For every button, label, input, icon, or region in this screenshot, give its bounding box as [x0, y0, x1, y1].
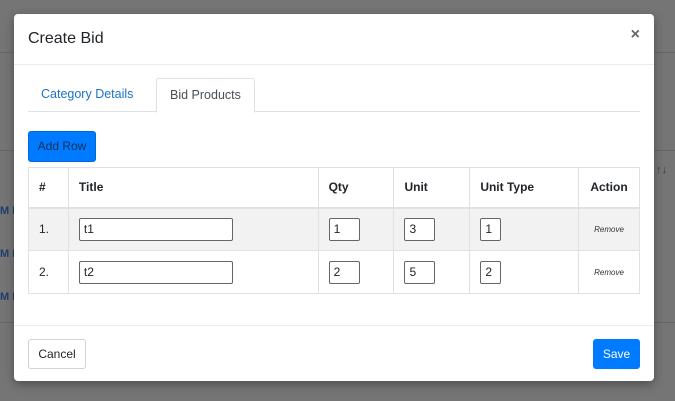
tab-bid-products[interactable]: Bid Products [156, 78, 255, 113]
modal-body: Category Details Bid Products Add Row # … [14, 65, 654, 325]
title-cell [67, 207, 319, 251]
column-header-qty: Qty [317, 167, 395, 209]
qty-input[interactable] [328, 260, 360, 284]
qty-cell [317, 207, 395, 251]
unit-type-input[interactable] [480, 217, 502, 241]
table-row: 1. Remove [28, 207, 640, 251]
unit-cell [393, 207, 471, 251]
save-button[interactable]: Save [593, 339, 640, 369]
cancel-button[interactable]: Cancel [28, 339, 86, 369]
column-header-title: Title [67, 167, 319, 209]
remove-link[interactable]: Remove [578, 250, 640, 294]
tab-bar: Category Details Bid Products [28, 78, 640, 113]
unit-input[interactable] [404, 217, 436, 241]
row-index: 1. [28, 207, 69, 251]
tab-category-details[interactable]: Category Details [28, 78, 146, 112]
unit-cell [393, 250, 471, 294]
modal-footer: Cancel Save [14, 325, 654, 381]
remove-link[interactable]: Remove [578, 207, 640, 251]
modal-title: Create Bid [28, 30, 104, 47]
column-header-unit: Unit [393, 167, 471, 209]
title-input[interactable] [78, 260, 233, 284]
unit-type-cell [469, 207, 580, 251]
title-input[interactable] [78, 217, 233, 241]
column-header-unit-type: Unit Type [469, 167, 580, 209]
add-row-button[interactable]: Add Row [28, 131, 96, 162]
sort-arrows-icon: ↑↓ [656, 164, 667, 176]
table-row: 2. Remove [28, 250, 640, 294]
unit-input[interactable] [404, 260, 436, 284]
bid-products-table: # Title Qty Unit Unit Type Action 1. Rem… [28, 167, 640, 294]
row-index: 2. [28, 250, 69, 294]
column-header-action: Action [578, 167, 640, 209]
close-icon[interactable]: × [631, 27, 640, 43]
column-header-index: # [28, 167, 69, 209]
unit-type-input[interactable] [480, 260, 502, 284]
qty-cell [317, 250, 395, 294]
qty-input[interactable] [328, 217, 360, 241]
title-cell [67, 250, 319, 294]
modal-header: Create Bid × [14, 14, 654, 65]
create-bid-modal: Create Bid × Category Details Bid Produc… [14, 14, 654, 381]
unit-type-cell [469, 250, 580, 294]
table-header-row: # Title Qty Unit Unit Type Action [28, 167, 640, 209]
